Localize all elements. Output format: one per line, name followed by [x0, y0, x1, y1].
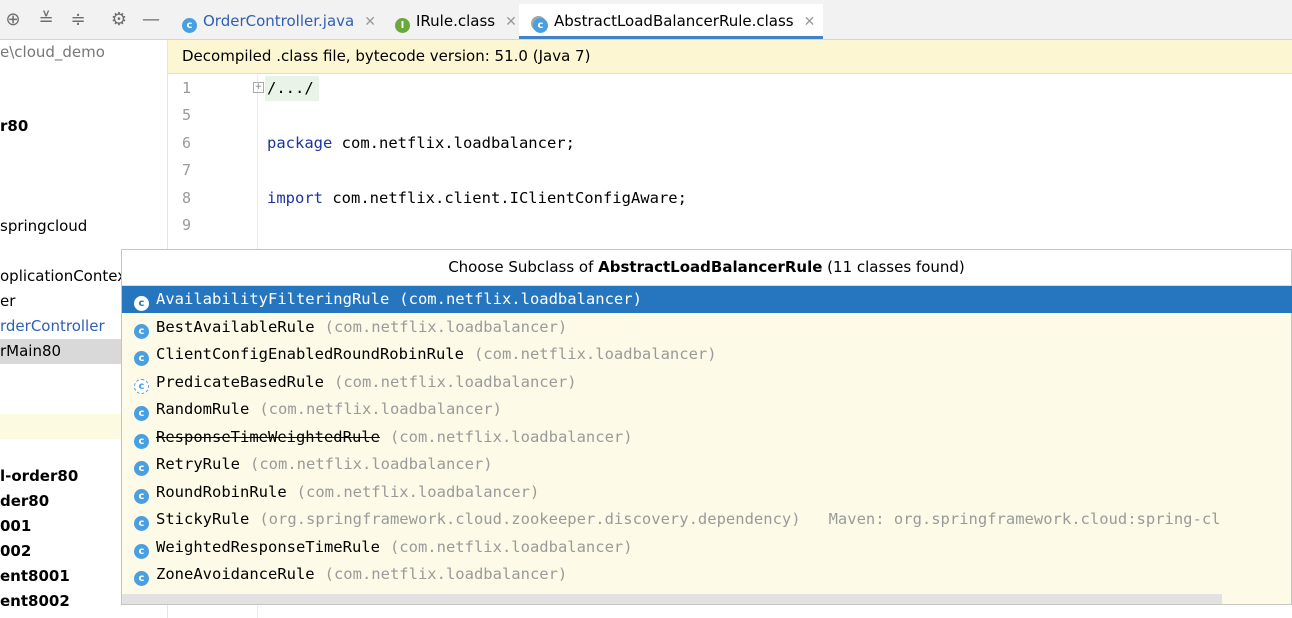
tree-row-order-controller[interactable]: rderController [0, 314, 105, 339]
class-icon: c [134, 296, 149, 311]
popup-title-prefix: Choose Subclass of [448, 258, 599, 276]
tree-row-package[interactable]: springcloud [0, 214, 87, 239]
subclass-name: WeightedResponseTimeRule [156, 538, 380, 556]
line-number: 6 [182, 134, 192, 152]
subclass-package: (com.netflix.loadbalancer) [259, 400, 502, 418]
subclass-package: (com.netflix.loadbalancer) [296, 483, 540, 501]
subclass-item[interactable]: c RetryRule (com.netflix.loadbalancer) [122, 451, 1292, 478]
subclass-item[interactable]: c ResponseTimeWeightedRule (com.netflix.lo… [122, 424, 1292, 451]
class-icon: c [134, 406, 149, 421]
subclass-item[interactable]: c WeightedResponseTimeRule (com.netflix.lo… [122, 534, 1292, 561]
tree-row-module[interactable]: 001 [0, 514, 31, 539]
class-icon: c [134, 351, 149, 366]
choose-subclass-popup: Choose Subclass of AbstractLoadBalancerR… [121, 249, 1292, 605]
subclass-package: (com.netflix.loadbalancer) [324, 565, 568, 583]
subclass-name: BestAvailableRule [156, 318, 315, 336]
tab-label: IRule.class [416, 12, 496, 30]
subclass-package: (com.netflix.loadbalancer) [389, 428, 633, 446]
line-number: 8 [182, 189, 192, 207]
close-icon[interactable]: ✕ [505, 14, 517, 30]
project-toolbar: ⊕ ≚ ≑ ⚙ — [0, 0, 168, 40]
class-icon: c [134, 516, 149, 531]
tree-row-module[interactable]: der80 [0, 489, 49, 514]
subclass-package: (org.springframework.cloud.zookeeper.dis… [259, 510, 801, 528]
keyword: package [267, 134, 333, 152]
keyword: import [267, 189, 323, 207]
subclass-name: PredicateBasedRule [156, 373, 324, 391]
gear-icon[interactable]: ⚙ [108, 9, 130, 31]
close-icon[interactable]: ✕ [364, 14, 376, 30]
tree-row-module[interactable]: l-order80 [0, 464, 78, 489]
horizontal-scrollbar[interactable] [122, 594, 1222, 604]
popup-title-class: AbstractLoadBalancerRule [598, 258, 823, 276]
tree-row-config[interactable]: oplicationContex [0, 264, 126, 289]
subclass-package: (com.netflix.loadbalancer) [250, 455, 493, 473]
subclass-item[interactable]: c StickyRule (org.springframework.cloud.zo… [122, 506, 1292, 533]
subclass-package: (com.netflix.loadbalancer) [333, 373, 577, 391]
tree-row-module[interactable]: r80 [0, 114, 28, 139]
line-number: 5 [182, 106, 192, 124]
tab-label: OrderController.java [203, 12, 355, 30]
subclass-name: ZoneAvoidanceRule [156, 565, 315, 583]
editor-tab-bar: c OrderController.java ✕ I IRule.class ✕ c Ab… [168, 0, 1292, 40]
subclass-maven-source: Maven: org.springframework.cloud:spring-… [828, 510, 1221, 528]
tree-row-module[interactable]: ent8002 [0, 589, 70, 614]
line-number: 1 [182, 79, 192, 97]
class-icon: c [134, 324, 149, 339]
expand-all-icon[interactable]: ≚ [35, 9, 57, 31]
subclass-package: (com.netflix.loadbalancer) [473, 345, 717, 363]
subclass-item[interactable]: c BestAvailableRule (com.netflix.loadbalan… [122, 314, 1292, 341]
popup-title-suffix: (11 classes found) [822, 258, 965, 276]
interface-icon: I [395, 18, 410, 33]
subclass-item[interactable]: c ClientConfigEnabledRoundRobinRule (com.n… [122, 341, 1292, 368]
tab-irule[interactable]: I IRule.class ✕ [381, 4, 525, 39]
minimize-icon[interactable]: — [140, 9, 162, 31]
tree-row-controller-pkg[interactable]: er [0, 289, 15, 314]
subclass-name: RoundRobinRule [156, 483, 287, 501]
class-icon: c [134, 571, 149, 586]
fold-icon[interactable]: + [253, 82, 264, 93]
subclass-name: StickyRule [156, 510, 250, 528]
popup-title: Choose Subclass of AbstractLoadBalancerR… [122, 250, 1291, 286]
line-number: 7 [182, 161, 192, 179]
subclass-name: RetryRule [156, 455, 240, 473]
tab-order-controller[interactable]: c OrderController.java ✕ [168, 4, 384, 39]
subclass-name: AvailabilityFilteringRule [156, 290, 390, 308]
subclass-package: (com.netflix.loadbalancer) [324, 318, 568, 336]
class-icon: c [134, 489, 149, 504]
subclass-item[interactable]: c AvailabilityFilteringRule (com.netflix.l… [122, 286, 1292, 313]
decompiled-banner: Decompiled .class file, bytecode version… [168, 40, 1292, 74]
code-line-fold[interactable]: /.../ [267, 79, 314, 97]
close-icon[interactable]: ✕ [804, 14, 816, 30]
code-text: com.netflix.loadbalancer; [332, 134, 575, 152]
subclass-item[interactable]: c PredicateBasedRule (com.netflix.loadbala… [122, 369, 1292, 396]
line-number: 9 [182, 216, 192, 234]
class-icon: c [134, 461, 149, 476]
library-class-icon: c [533, 18, 548, 33]
class-icon: c [134, 544, 149, 559]
subclass-package: (com.netflix.loadbalancer) [389, 538, 633, 556]
subclass-package: (com.netflix.loadbalancer) [399, 290, 642, 308]
abstract-class-icon: c [134, 379, 149, 394]
subclass-name: RandomRule [156, 400, 250, 418]
crosshair-icon[interactable]: ⊕ [2, 9, 24, 31]
subclass-item[interactable]: c RandomRule (com.netflix.loadbalancer) [122, 396, 1292, 423]
tree-row-module[interactable]: 002 [0, 539, 31, 564]
subclass-name-deprecated: ResponseTimeWeightedRule [156, 428, 380, 446]
class-icon: c [134, 434, 149, 449]
code-line-package[interactable]: package com.netflix.loadbalancer; [267, 134, 575, 152]
class-icon: c [182, 18, 197, 33]
code-line-import[interactable]: import com.netflix.client.IClientConfigA… [267, 189, 687, 207]
subclass-item[interactable]: c RoundRobinRule (com.netflix.loadbalancer… [122, 479, 1292, 506]
code-text: com.netflix.client.IClientConfigAware; [323, 189, 687, 207]
tab-label: AbstractLoadBalancerRule.class [554, 12, 794, 30]
collapse-all-icon[interactable]: ≑ [67, 9, 89, 31]
subclass-item[interactable]: c ZoneAvoidanceRule (com.netflix.loadbalan… [122, 561, 1292, 588]
tab-abstract-load-balancer-rule[interactable]: c AbstractLoadBalancerRule.class ✕ [519, 4, 824, 39]
subclass-name: ClientConfigEnabledRoundRobinRule [156, 345, 464, 363]
tree-row-module[interactable]: ent8001 [0, 564, 70, 589]
tree-row-root[interactable]: e\cloud_demo [0, 40, 105, 65]
